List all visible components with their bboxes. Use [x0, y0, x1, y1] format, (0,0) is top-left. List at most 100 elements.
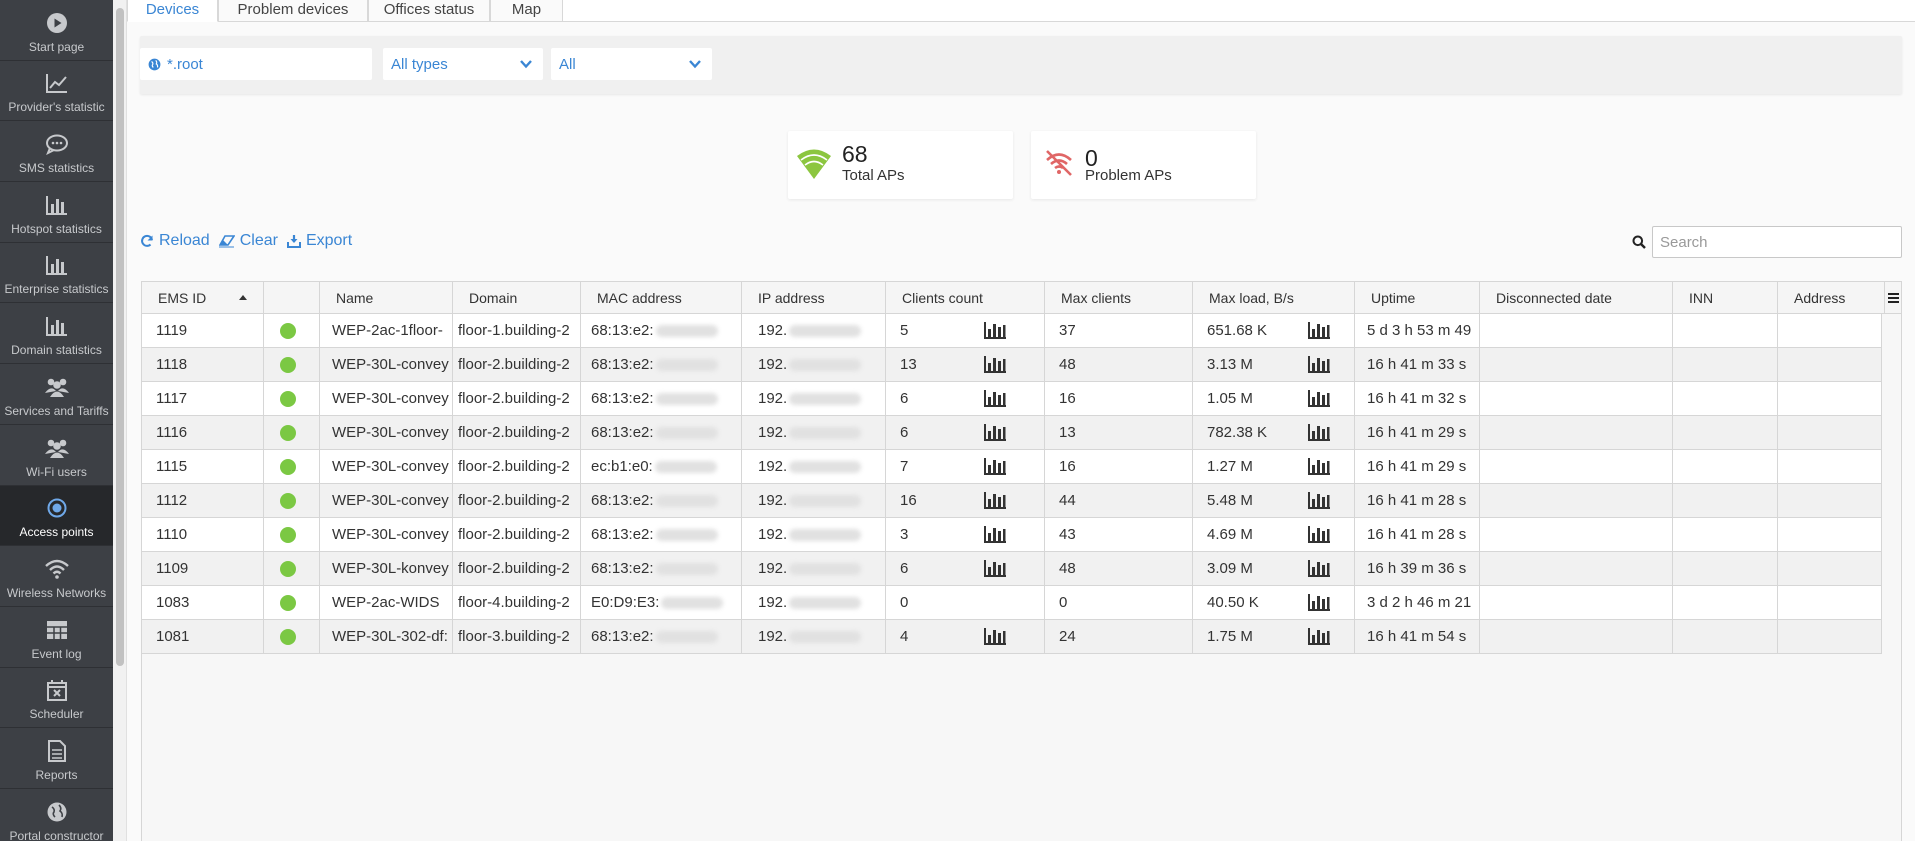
cell-domain-text: floor-2.building-2 — [458, 526, 570, 543]
table-row[interactable]: 1112 WEP-30L-convey floor-2.building-2 68:1… — [142, 484, 1882, 518]
sidebar-item-access-points[interactable]: Access points — [0, 485, 113, 547]
sidebar-item-start-page[interactable]: Start page — [0, 0, 113, 61]
type-select[interactable]: All types — [383, 48, 543, 80]
cell-uptime-text: 16 h 41 m 28 s — [1367, 492, 1467, 509]
col-mac-address[interactable]: MAC address — [581, 282, 742, 314]
sidebar-item-wireless-networks[interactable]: Wireless Networks — [0, 546, 113, 607]
col-clients-count[interactable]: Clients count — [886, 282, 1045, 314]
sidebar-item-services-and-tariffs[interactable]: Services and Tariffs — [0, 364, 113, 425]
sidebar-item-scheduler[interactable]: Scheduler — [0, 668, 113, 729]
bar-chart-icon[interactable] — [984, 492, 1006, 513]
col-max-load[interactable]: Max load, B/s — [1193, 282, 1355, 314]
sidebar-item-reports[interactable]: Reports — [0, 728, 113, 789]
bar-chart-icon[interactable] — [984, 526, 1006, 547]
tab-devices[interactable]: Devices — [127, 0, 218, 22]
redacted-value — [655, 494, 718, 507]
sidebar-item-wifi-users[interactable]: Wi-Fi users — [0, 425, 113, 486]
cell-ems-id: 1081 — [142, 620, 264, 653]
filter-panel: *.root All types All — [140, 36, 1902, 94]
cell-ems-id: 1116 — [142, 416, 264, 449]
col-address[interactable]: Address — [1778, 282, 1885, 314]
sidebar-item-hotspot-statistics[interactable]: Hotspot statistics — [0, 182, 113, 243]
bar-chart-icon[interactable] — [1308, 492, 1330, 513]
sidebar-item-label: Start page — [28, 39, 85, 54]
sidebar-item-portal-constructor[interactable]: Portal constructor — [0, 789, 113, 841]
table-row[interactable]: 1110 WEP-30L-convey floor-2.building-2 68:1… — [142, 518, 1882, 552]
reload-button[interactable]: Reload — [140, 232, 210, 250]
domain-filter[interactable]: *.root — [140, 48, 372, 80]
table-row[interactable]: 1115 WEP-30L-convey floor-2.building-2 ec:b… — [142, 450, 1882, 484]
cell-ip-address-text: 192. — [758, 526, 788, 543]
cell-ems-id-text: 1115 — [156, 458, 188, 475]
cell-clients-count-text: 7 — [900, 458, 909, 475]
sidebar-item-domain-statistics[interactable]: Domain statistics — [0, 303, 113, 365]
redacted-value — [655, 358, 718, 371]
cell-status — [264, 348, 320, 381]
cell-domain: floor-2.building-2 — [453, 518, 581, 551]
bar-chart-icon[interactable] — [984, 356, 1006, 377]
status-select[interactable]: All — [551, 48, 712, 80]
page-scrollbar[interactable] — [113, 0, 127, 841]
cell-uptime-text: 16 h 41 m 32 s — [1367, 390, 1467, 407]
col-inn[interactable]: INN — [1673, 282, 1778, 314]
bar-chart-icon[interactable] — [984, 560, 1006, 581]
tab-problem-devices[interactable]: Problem devices — [218, 0, 368, 22]
bar-chart-icon[interactable] — [984, 322, 1006, 343]
cell-domain: floor-3.building-2 — [453, 620, 581, 653]
col-domain[interactable]: Domain — [453, 282, 581, 314]
cell-inn — [1673, 314, 1778, 347]
bar-chart-icon[interactable] — [1308, 594, 1330, 615]
tab-map[interactable]: Map — [490, 0, 563, 22]
cell-name-text: WEP-30L-konvey — [332, 560, 449, 577]
bar-chart-icon[interactable] — [1308, 628, 1330, 649]
cell-max-clients: 48 — [1045, 348, 1193, 381]
cell-max-clients-text: 16 — [1059, 458, 1076, 475]
cell-mac-address: ec:b1:e0: — [581, 450, 742, 483]
column-menu-button[interactable] — [1885, 282, 1902, 314]
redacted-value — [789, 358, 862, 371]
table-row[interactable]: 1118 WEP-30L-convey floor-2.building-2 68:1… — [142, 348, 1882, 382]
bar-chart-icon[interactable] — [1308, 322, 1330, 343]
export-button[interactable]: Export — [286, 232, 352, 250]
sidebar-item-label: Hotspot statistics — [11, 221, 102, 236]
cell-ip-address: 192. — [742, 552, 886, 585]
bar-chart-icon[interactable] — [984, 390, 1006, 411]
col-status[interactable] — [264, 282, 320, 314]
bar-chart-icon[interactable] — [1308, 424, 1330, 445]
col-ems-id[interactable]: EMS ID — [142, 282, 264, 314]
cell-inn — [1673, 382, 1778, 415]
col-ip-address[interactable]: IP address — [742, 282, 886, 314]
col-disconnected-date[interactable]: Disconnected date — [1480, 282, 1673, 314]
col-name[interactable]: Name — [320, 282, 453, 314]
cell-name: WEP-30L-convey — [320, 416, 453, 449]
bar-chart-icon[interactable] — [984, 628, 1006, 649]
bar-chart-icon[interactable] — [1308, 526, 1330, 547]
cell-inn — [1673, 552, 1778, 585]
cell-ems-id-text: 1116 — [156, 424, 188, 441]
status-online-indicator — [280, 492, 296, 509]
bar-chart-icon[interactable] — [1308, 356, 1330, 377]
bar-chart-icon[interactable] — [984, 458, 1006, 479]
table-row[interactable]: 1081 WEP-30L-302-df: floor-3.building-2 68:… — [142, 620, 1882, 654]
bar-chart-icon[interactable] — [1308, 390, 1330, 411]
sidebar-item-sms-statistics[interactable]: SMS statistics — [0, 121, 113, 183]
table-row[interactable]: 1119 WEP-2ac-1floor-floor-1.building-2 68:… — [142, 314, 1882, 348]
sidebar-item-event-log[interactable]: Event log — [0, 607, 113, 668]
bar-chart-icon[interactable] — [1308, 560, 1330, 581]
tab-offices-status[interactable]: Offices status — [368, 0, 490, 22]
col-max-clients[interactable]: Max clients — [1045, 282, 1193, 314]
table-row[interactable]: 1083 WEP-2ac-WIDS floor-4.building-2 E0:D9:… — [142, 586, 1882, 620]
scrollbar-thumb[interactable] — [116, 8, 124, 666]
search-input[interactable] — [1652, 226, 1902, 258]
cell-inn — [1673, 484, 1778, 517]
table-row[interactable]: 1117 WEP-30L-convey floor-2.building-2 68:1… — [142, 382, 1882, 416]
redacted-value — [789, 494, 862, 507]
table-row[interactable]: 1109 WEP-30L-konvey floor-2.building-2 68:1… — [142, 552, 1882, 586]
clear-button[interactable]: Clear — [218, 232, 278, 250]
bar-chart-icon[interactable] — [984, 424, 1006, 445]
sidebar-item-enterprise-statistics[interactable]: Enterprise statistics — [0, 243, 113, 304]
sidebar-item-providers-statistic[interactable]: Provider's statistic — [0, 61, 113, 122]
table-row[interactable]: 1116 WEP-30L-convey floor-2.building-2 68:1… — [142, 416, 1882, 450]
col-uptime[interactable]: Uptime — [1355, 282, 1480, 314]
bar-chart-icon[interactable] — [1308, 458, 1330, 479]
